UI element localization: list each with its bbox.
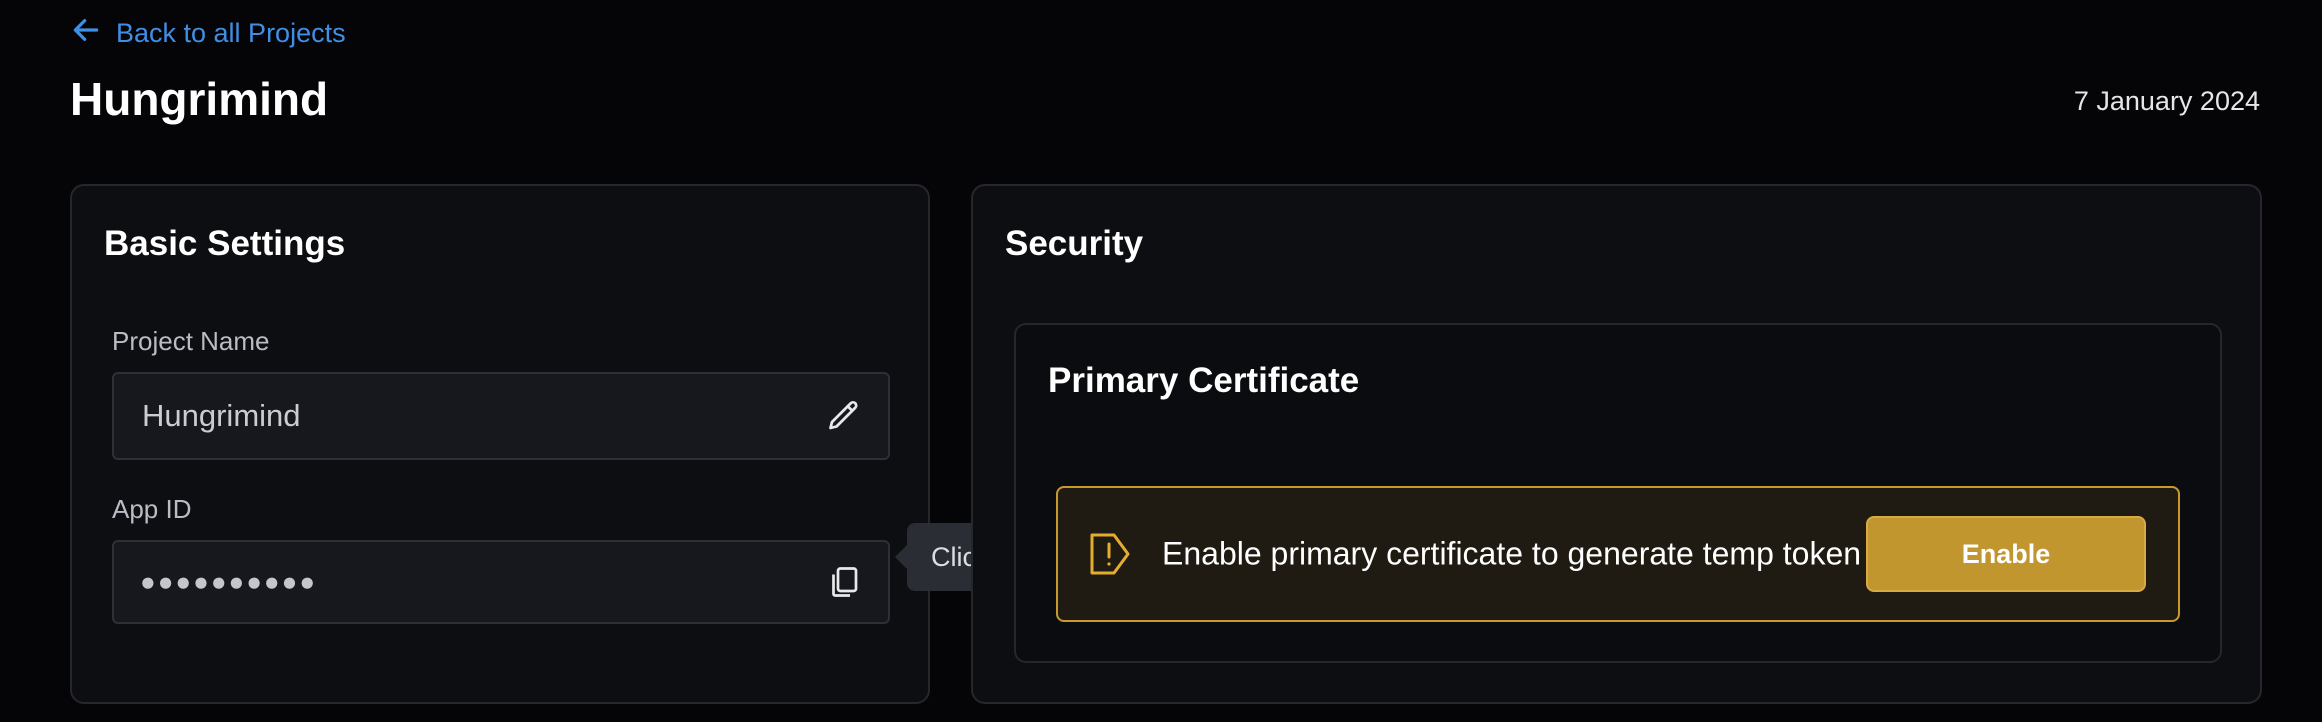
app-id-label: App ID	[112, 494, 192, 524]
project-name-field[interactable]: Hungrimind	[112, 372, 890, 460]
primary-certificate-card: Primary Certificate Enable primary certi…	[1014, 323, 2222, 663]
back-to-projects-link[interactable]: Back to all Projects	[70, 14, 346, 53]
page: Back to all Projects Hungrimind 7 Januar…	[0, 0, 2322, 722]
arrow-left-icon	[70, 14, 102, 53]
project-date: 7 January 2024	[2073, 86, 2260, 116]
project-name-value: Hungrimind	[142, 398, 301, 433]
pencil-icon[interactable]	[826, 398, 862, 434]
app-id-masked-value: ●●●●●●●●●●	[140, 566, 318, 597]
page-title: Hungrimind	[70, 73, 329, 125]
enable-certificate-button[interactable]: Enable	[1866, 516, 2146, 592]
primary-certificate-title: Primary Certificate	[1048, 361, 1360, 400]
app-id-field[interactable]: ●●●●●●●●●●	[112, 540, 890, 624]
certificate-alert: Enable primary certificate to generate t…	[1056, 486, 2180, 622]
security-card: Security Primary Certificate Enable prim…	[971, 184, 2262, 704]
warning-icon	[1090, 533, 1130, 575]
back-link-label: Back to all Projects	[116, 18, 346, 48]
copy-icon[interactable]	[826, 564, 862, 600]
basic-settings-title: Basic Settings	[104, 224, 346, 263]
certificate-alert-text: Enable primary certificate to generate t…	[1162, 535, 1862, 572]
project-name-label: Project Name	[112, 326, 270, 356]
security-title: Security	[1005, 224, 1144, 263]
basic-settings-card: Basic Settings Project Name Hungrimind A…	[70, 184, 930, 704]
